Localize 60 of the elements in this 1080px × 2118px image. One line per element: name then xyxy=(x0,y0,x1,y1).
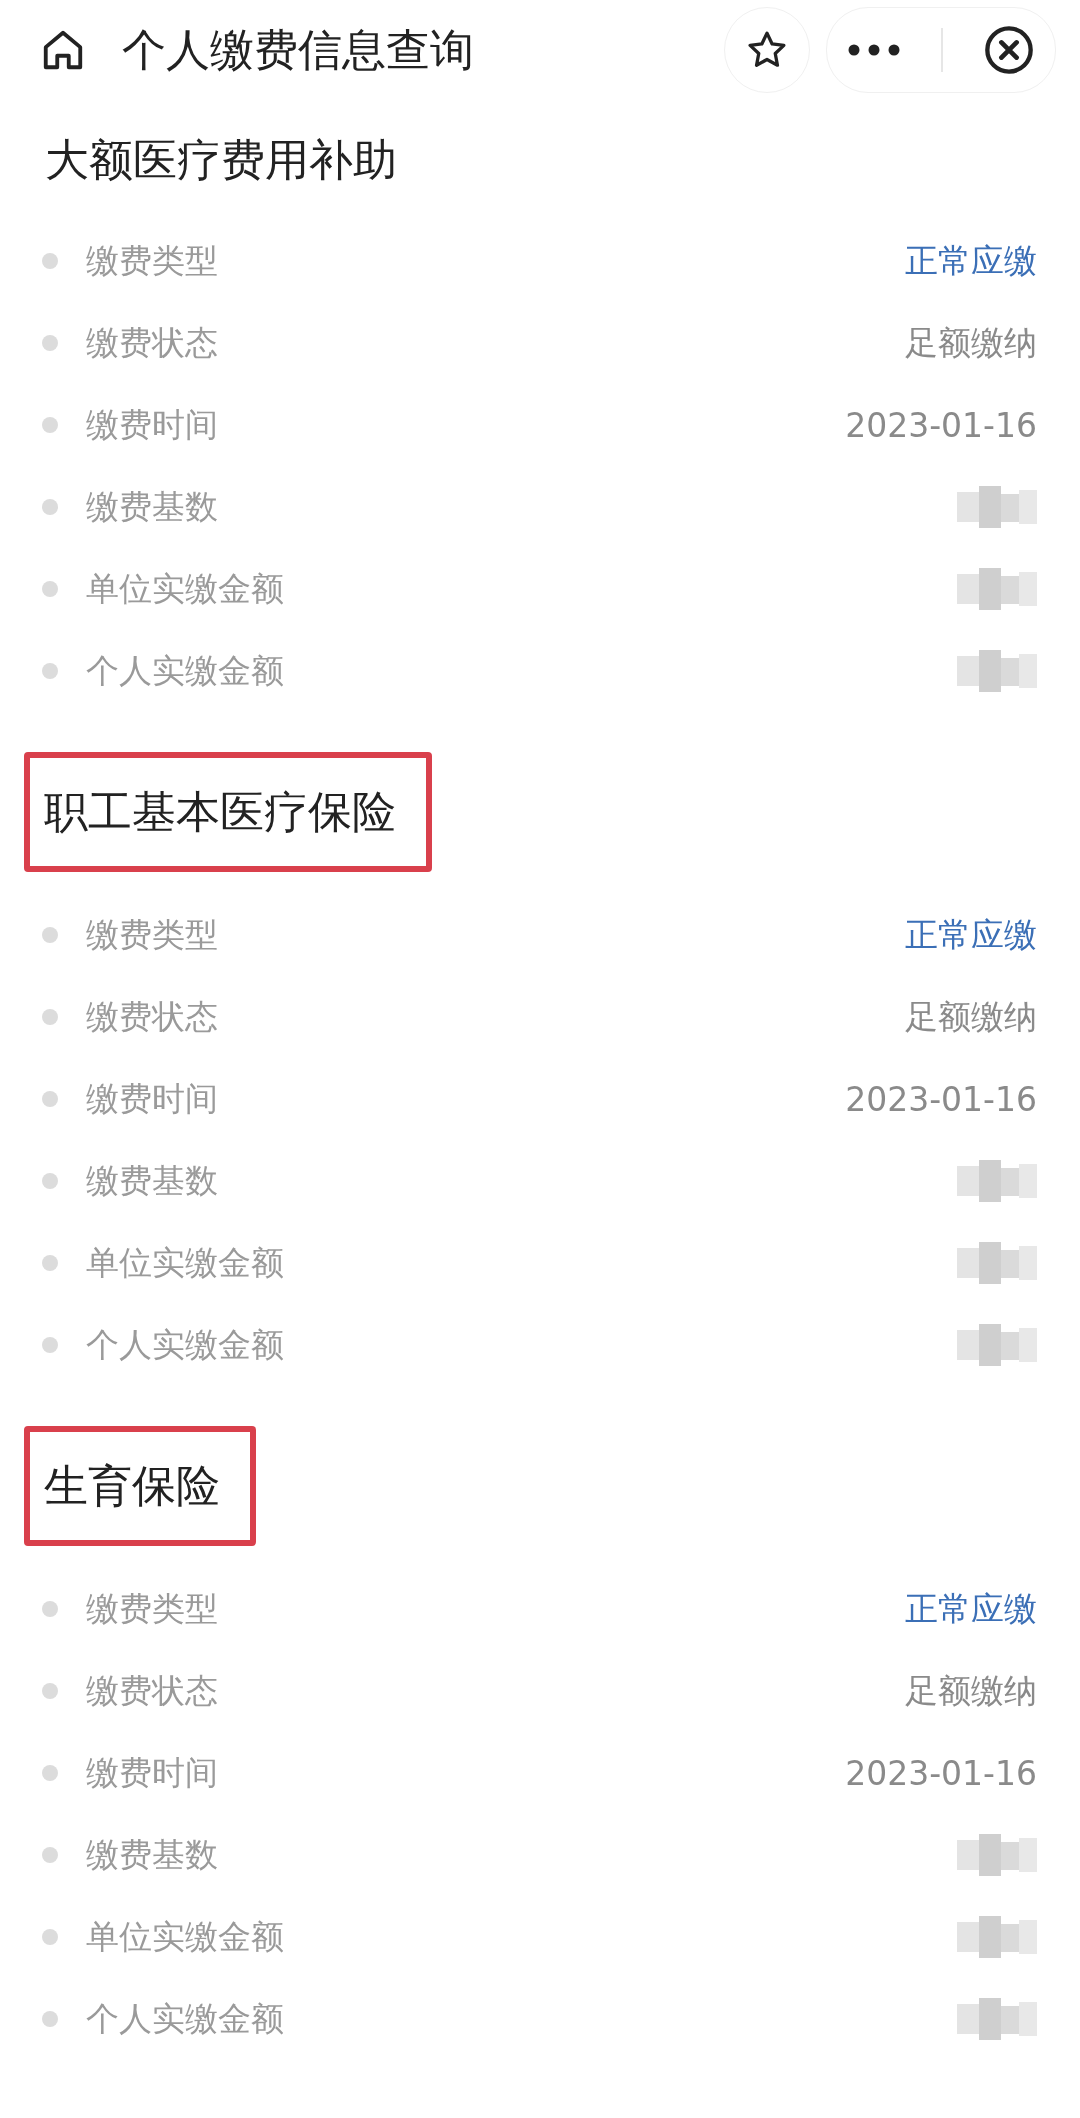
blurred-value-icon xyxy=(957,568,1037,610)
row-value: 足额缴纳 xyxy=(905,1669,1037,1712)
row-label: 缴费类型 xyxy=(86,239,219,282)
blurred-value-icon xyxy=(957,1834,1037,1876)
row-label: 缴费时间 xyxy=(86,1077,219,1120)
bullet-icon xyxy=(42,1255,58,1271)
row-label: 缴费基数 xyxy=(86,485,219,528)
row-label: 个人实缴金额 xyxy=(86,649,285,692)
row-label: 缴费类型 xyxy=(86,1587,219,1630)
row-label: 单位实缴金额 xyxy=(86,1915,285,1958)
close-icon[interactable] xyxy=(983,24,1035,76)
row-value: 2023-01-16 xyxy=(845,405,1037,445)
row-label: 单位实缴金额 xyxy=(86,1241,285,1284)
bullet-icon xyxy=(42,417,58,433)
row-label: 缴费类型 xyxy=(86,913,219,956)
section-title: 生育保险 xyxy=(44,1459,220,1513)
bullet-icon xyxy=(42,253,58,269)
row-label: 缴费时间 xyxy=(86,1751,219,1794)
row-label: 缴费基数 xyxy=(86,1159,219,1202)
row-label: 个人实缴金额 xyxy=(86,1997,285,2040)
row-label: 缴费状态 xyxy=(86,321,219,364)
row-label: 单位实缴金额 xyxy=(86,567,285,610)
bullet-icon xyxy=(42,335,58,351)
row-value: 正常应缴 xyxy=(905,913,1037,956)
blurred-value-icon xyxy=(957,486,1037,528)
more-icon[interactable] xyxy=(847,43,901,57)
row-label: 缴费时间 xyxy=(86,403,219,446)
row-label: 缴费基数 xyxy=(86,1833,219,1876)
bullet-icon xyxy=(42,2011,58,2027)
bullet-icon xyxy=(42,1337,58,1353)
blurred-value-icon xyxy=(957,1324,1037,1366)
row-value: 足额缴纳 xyxy=(905,321,1037,364)
bullet-icon xyxy=(42,1009,58,1025)
blurred-value-icon xyxy=(957,1998,1037,2040)
bullet-icon xyxy=(42,663,58,679)
bullet-icon xyxy=(42,1683,58,1699)
section-title: 大额医疗费用补助 xyxy=(45,133,397,187)
bullet-icon xyxy=(42,1929,58,1945)
bullet-icon xyxy=(42,1765,58,1781)
bullet-icon xyxy=(42,1847,58,1863)
bullet-icon xyxy=(42,1173,58,1189)
blurred-value-icon xyxy=(957,1916,1037,1958)
row-label: 个人实缴金额 xyxy=(86,1323,285,1366)
bullet-icon xyxy=(42,1601,58,1617)
bullet-icon xyxy=(42,1091,58,1107)
blurred-value-icon xyxy=(957,1242,1037,1284)
row-value: 2023-01-16 xyxy=(845,1753,1037,1793)
blurred-value-icon xyxy=(957,1160,1037,1202)
row-value: 2023-01-16 xyxy=(845,1079,1037,1119)
bullet-icon xyxy=(42,581,58,597)
bullet-icon xyxy=(42,499,58,515)
blurred-value-icon xyxy=(957,650,1037,692)
section-title: 职工基本医疗保险 xyxy=(44,785,396,839)
row-label: 缴费状态 xyxy=(86,1669,219,1712)
row-value: 正常应缴 xyxy=(905,1587,1037,1630)
bullet-icon xyxy=(42,927,58,943)
row-label: 缴费状态 xyxy=(86,995,219,1038)
row-value: 正常应缴 xyxy=(905,239,1037,282)
page-title: 个人缴费信息查询 xyxy=(122,22,475,77)
row-value: 足额缴纳 xyxy=(905,995,1037,1038)
